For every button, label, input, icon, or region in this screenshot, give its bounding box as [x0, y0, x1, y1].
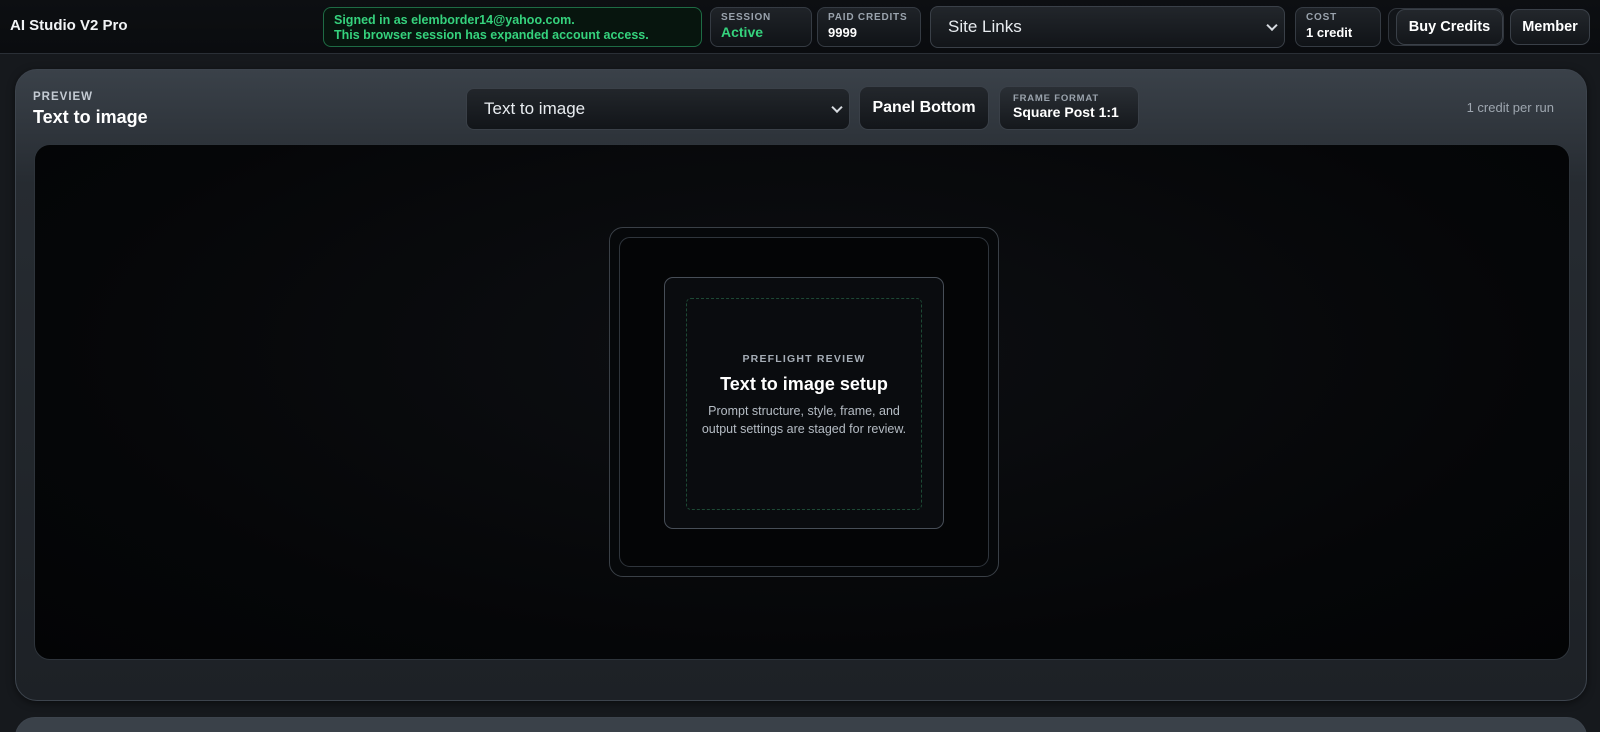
preflight-description: Prompt structure, style, frame, and outp…: [701, 404, 907, 436]
next-panel: [15, 717, 1587, 732]
session-status-chip: SESSION Active: [710, 7, 812, 47]
session-access-text: This browser session has expanded accoun…: [334, 28, 649, 42]
app-title: AI Studio V2 Pro: [10, 17, 128, 34]
preview-frame-mid: PREFLIGHT REVIEW Text to image setup Pro…: [619, 237, 989, 567]
site-links-selected: Site Links: [948, 17, 1022, 36]
frame-format-chip[interactable]: FRAME FORMAT Square Post 1:1: [999, 86, 1139, 130]
signed-in-text: Signed in as elemborder14@yahoo.com.: [334, 13, 575, 27]
credit-rate-note: 1 credit per run: [1466, 100, 1554, 115]
preview-eyebrow: PREVIEW: [33, 91, 94, 103]
preview-panel: PREVIEW Text to image Text to image Pane…: [15, 69, 1587, 701]
site-links-select[interactable]: Site Links: [930, 6, 1285, 48]
preview-title: Text to image: [33, 107, 148, 127]
cost-chip: COST 1 credit: [1295, 7, 1381, 47]
preflight-card: PREFLIGHT REVIEW Text to image setup Pro…: [664, 277, 944, 529]
session-value: Active: [721, 24, 764, 40]
mode-select[interactable]: Text to image: [466, 88, 850, 130]
top-bar: AI Studio V2 Pro Signed in as elemborder…: [0, 0, 1600, 54]
paid-credits-value: 9999: [828, 25, 857, 40]
member-button[interactable]: Member: [1510, 9, 1590, 45]
preflight-title: Text to image setup: [720, 374, 888, 394]
cost-label: COST: [1306, 12, 1337, 23]
account-status-banner: Signed in as elemborder14@yahoo.com. Thi…: [323, 7, 702, 47]
chevron-down-icon: [1266, 19, 1278, 32]
preflight-content: PREFLIGHT REVIEW Text to image setup Pro…: [686, 298, 922, 510]
mode-selected: Text to image: [484, 99, 586, 118]
buy-credits-button[interactable]: Buy Credits: [1396, 9, 1503, 45]
chevron-down-icon: [831, 101, 843, 114]
cost-value: 1 credit: [1306, 25, 1353, 40]
preview-frame-outer: PREFLIGHT REVIEW Text to image setup Pro…: [609, 227, 999, 577]
frame-format-value: Square Post 1:1: [1013, 104, 1119, 120]
session-label: SESSION: [721, 12, 772, 23]
panel-bottom-button[interactable]: Panel Bottom: [859, 86, 989, 130]
preview-stage: PREFLIGHT REVIEW Text to image setup Pro…: [34, 144, 1570, 660]
preflight-eyebrow: PREFLIGHT REVIEW: [742, 353, 866, 365]
frame-format-label: FRAME FORMAT: [1013, 93, 1099, 104]
paid-credits-label: PAID CREDITS: [828, 12, 908, 23]
paid-credits-chip: PAID CREDITS 9999: [817, 7, 921, 47]
